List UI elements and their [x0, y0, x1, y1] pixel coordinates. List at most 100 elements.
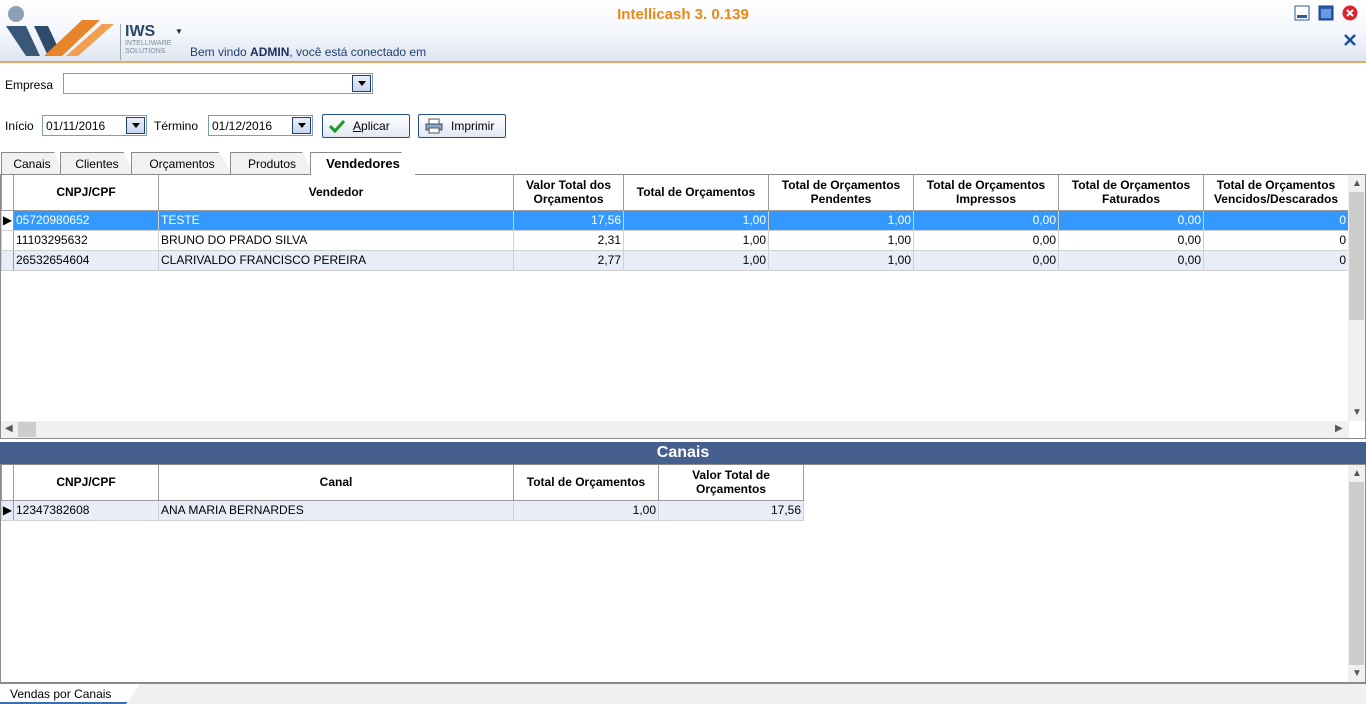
table-row[interactable]: ▶ 05720980652 TESTE 17,56 1,00 1,00 0,00… — [1, 209, 1349, 231]
column-header-impressos[interactable]: Total de Orçamentos Impressos — [913, 175, 1059, 211]
cell-valor-total[interactable]: 2,31 — [513, 229, 624, 251]
horizontal-scroll-thumb[interactable] — [18, 422, 36, 437]
vendedores-horizontal-scrollbar[interactable]: ◀ ▶ — [1, 421, 1349, 438]
cell-canal[interactable]: ANA MARIA BERNARDES — [158, 499, 514, 521]
logo-iws-text: IWS — [125, 23, 156, 40]
cell-cnpj[interactable]: 05720980652 — [13, 209, 159, 231]
vendedores-table: CNPJ/CPF Vendedor Valor Total dos Orçame… — [1, 175, 1349, 271]
tab-clientes-label: Clientes — [75, 157, 119, 171]
cell-vendedor[interactable]: TESTE — [158, 209, 514, 231]
imprimir-button[interactable]: Imprimir — [418, 114, 506, 138]
scroll-down-icon[interactable]: ▼ — [1352, 407, 1362, 418]
cell-impressos[interactable]: 0,00 — [913, 209, 1059, 231]
inicio-calendar-button[interactable] — [126, 117, 145, 134]
close-form-icon[interactable] — [1342, 32, 1358, 48]
cell-valor-total[interactable]: 17,56 — [658, 499, 804, 521]
cell-total-orcamentos[interactable]: 1,00 — [623, 249, 769, 271]
table-row[interactable]: ▶ 12347382608 ANA MARIA BERNARDES 1,00 1… — [1, 499, 804, 521]
chevron-down-icon — [358, 81, 366, 86]
canais-section-title: Canais — [0, 442, 1366, 464]
tab-produtos-label: Produtos — [247, 157, 297, 171]
scroll-up-icon[interactable]: ▲ — [1352, 468, 1362, 479]
termino-calendar-button[interactable] — [292, 117, 311, 134]
scroll-down-icon[interactable]: ▼ — [1352, 668, 1362, 679]
cell-vencidos[interactable]: 0 — [1203, 229, 1349, 251]
cell-pendentes[interactable]: 1,00 — [768, 229, 914, 251]
logo-wordmark: IWS INTELLIWARE SOLUTIONS — [120, 24, 173, 60]
column-header-valor-total[interactable]: Valor Total de Orçamentos — [658, 465, 804, 501]
tab-vendas-por-canais-label: Vendas por Canais — [10, 687, 112, 701]
cell-total-orcamentos[interactable]: 1,00 — [623, 209, 769, 231]
cell-pendentes[interactable]: 1,00 — [768, 209, 914, 231]
cell-faturados[interactable]: 0,00 — [1058, 249, 1204, 271]
canais-grid[interactable]: CNPJ/CPF Canal Total de Orçamentos Valor… — [0, 464, 1366, 683]
cell-valor-total[interactable]: 17,56 — [513, 209, 624, 231]
row-indicator — [1, 249, 14, 271]
tab-orcamentos[interactable]: Orçamentos — [131, 152, 233, 174]
cell-faturados[interactable]: 0,00 — [1058, 229, 1204, 251]
scroll-up-icon[interactable]: ▲ — [1352, 178, 1362, 189]
menu-dropdown-icon[interactable]: ▼ — [175, 27, 183, 36]
tab-clientes[interactable]: Clientes — [60, 152, 134, 174]
cell-impressos[interactable]: 0,00 — [913, 229, 1059, 251]
tab-vendedores[interactable]: Vendedores — [310, 152, 416, 175]
aplicar-accelerator: A — [353, 119, 362, 133]
column-header-total-orcamentos[interactable]: Total de Orçamentos — [513, 465, 659, 501]
tab-produtos[interactable]: Produtos — [230, 152, 314, 174]
cell-vendedor[interactable]: BRUNO DO PRADO SILVA — [158, 229, 514, 251]
chevron-down-icon — [132, 123, 140, 128]
cell-total-orcamentos[interactable]: 1,00 — [513, 499, 659, 521]
table-row[interactable]: 26532654604 CLARIVALDO FRANCISCO PEREIRA… — [1, 249, 1349, 271]
vertical-scroll-thumb[interactable] — [1349, 192, 1364, 320]
close-window-icon[interactable] — [1342, 5, 1358, 21]
tab-canais[interactable]: Canais — [1, 152, 63, 174]
column-header-faturados[interactable]: Total de Orçamentos Faturados — [1058, 175, 1204, 211]
tab-vendas-por-canais[interactable]: Vendas por Canais — [0, 684, 140, 704]
row-indicator-header — [1, 175, 14, 211]
tab-vendedores-label: Vendedores — [326, 156, 400, 171]
cell-vencidos[interactable]: 0 — [1203, 209, 1349, 231]
current-row-indicator-icon: ▶ — [1, 209, 14, 231]
report-tabs: Canais Clientes Orçamentos Produtos Vend… — [0, 152, 1366, 175]
cell-cnpj[interactable]: 12347382608 — [13, 499, 159, 521]
cell-vencidos[interactable]: 0 — [1203, 249, 1349, 271]
current-row-indicator-icon: ▶ — [1, 499, 14, 521]
minimize-icon[interactable] — [1294, 5, 1310, 21]
termino-date-value: 01/12/2016 — [212, 119, 273, 133]
empresa-dropdown-button[interactable] — [352, 75, 371, 92]
column-header-vendedor[interactable]: Vendedor — [158, 175, 514, 211]
row-indicator-header — [1, 465, 14, 501]
cell-pendentes[interactable]: 1,00 — [768, 249, 914, 271]
aplicar-label-rest: plicar — [361, 119, 390, 133]
cell-cnpj[interactable]: 11103295632 — [13, 229, 159, 251]
column-header-canal[interactable]: Canal — [158, 465, 514, 501]
inicio-date-picker[interactable]: 01/11/2016 — [42, 115, 147, 136]
cell-vendedor[interactable]: CLARIVALDO FRANCISCO PEREIRA — [158, 249, 514, 271]
cell-valor-total[interactable]: 2,77 — [513, 249, 624, 271]
scroll-right-icon[interactable]: ▶ — [1335, 423, 1343, 434]
vendedores-vertical-scrollbar[interactable]: ▲ ▼ — [1348, 175, 1365, 421]
maximize-icon[interactable] — [1318, 5, 1334, 21]
canais-vertical-scrollbar[interactable]: ▲ ▼ — [1348, 465, 1365, 682]
empresa-label: Empresa — [5, 78, 54, 92]
column-header-cnpj[interactable]: CNPJ/CPF — [13, 175, 159, 211]
cell-total-orcamentos[interactable]: 1,00 — [623, 229, 769, 251]
column-header-cnpj[interactable]: CNPJ/CPF — [13, 465, 159, 501]
checkmark-icon — [329, 119, 345, 133]
aplicar-label: Aplicar — [353, 119, 390, 133]
column-header-vencidos[interactable]: Total de Orçamentos Vencidos/Descarados — [1203, 175, 1349, 211]
table-row[interactable]: 11103295632 BRUNO DO PRADO SILVA 2,31 1,… — [1, 229, 1349, 251]
welcome-suffix: , você está conectado em — [289, 45, 427, 59]
empresa-select[interactable] — [63, 73, 373, 94]
vendedores-grid[interactable]: CNPJ/CPF Vendedor Valor Total dos Orçame… — [0, 174, 1366, 439]
aplicar-button[interactable]: Aplicar — [322, 114, 410, 138]
cell-cnpj[interactable]: 26532654604 — [13, 249, 159, 271]
termino-date-picker[interactable]: 01/12/2016 — [208, 115, 313, 136]
scroll-left-icon[interactable]: ◀ — [5, 423, 13, 434]
column-header-valor-total[interactable]: Valor Total dos Orçamentos — [513, 175, 624, 211]
cell-impressos[interactable]: 0,00 — [913, 249, 1059, 271]
vertical-scroll-thumb[interactable] — [1349, 482, 1364, 665]
column-header-pendentes[interactable]: Total de Orçamentos Pendentes — [768, 175, 914, 211]
column-header-total-orcamentos[interactable]: Total de Orçamentos — [623, 175, 769, 211]
cell-faturados[interactable]: 0,00 — [1058, 209, 1204, 231]
